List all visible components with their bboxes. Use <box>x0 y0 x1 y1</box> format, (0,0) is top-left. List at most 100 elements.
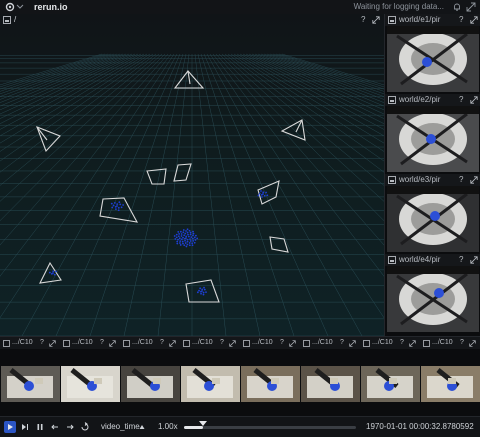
chevron-up-icon[interactable] <box>139 424 145 430</box>
view-header: / ? <box>0 14 384 26</box>
video-tab-5[interactable]: .../C10? <box>240 338 300 349</box>
timeline-selector[interactable]: video_time <box>101 422 140 431</box>
playback-speed[interactable]: 1.00x <box>158 422 178 431</box>
video-strip <box>0 349 480 416</box>
video-tab-1[interactable]: .../C10? <box>0 338 60 349</box>
space-view-icon <box>63 340 70 347</box>
maximize-icon[interactable] <box>470 256 478 264</box>
video-tab-label: .../C10 <box>372 339 393 346</box>
help-icon[interactable]: ? <box>40 339 44 346</box>
help-icon[interactable]: ? <box>220 339 224 346</box>
loop-button[interactable] <box>79 421 91 433</box>
camera-image <box>387 186 479 252</box>
app-title: rerun.io <box>34 2 68 12</box>
video-frame <box>61 366 120 402</box>
video-tab-7[interactable]: .../C10? <box>360 338 420 349</box>
video-tab-8[interactable]: .../C10? <box>420 338 480 349</box>
video-frame <box>1 366 60 402</box>
video-tab-label: .../C10 <box>252 339 273 346</box>
space-view-icon <box>423 340 430 347</box>
camera-view-header: world/e1/pir? <box>385 14 480 26</box>
help-icon[interactable]: ? <box>400 339 404 346</box>
maximize-icon[interactable] <box>49 340 56 347</box>
help-icon[interactable]: ? <box>459 255 463 264</box>
pause-button[interactable] <box>34 421 46 433</box>
maximize-icon[interactable] <box>229 340 236 347</box>
camera-image <box>387 26 479 92</box>
maximize-icon[interactable] <box>349 340 356 347</box>
step-back-button[interactable] <box>49 421 61 433</box>
expand-icon[interactable] <box>466 2 476 12</box>
camera-view-label: world/e4/pir <box>399 255 441 264</box>
video-tab-label: .../C10 <box>72 339 93 346</box>
camera-view-4[interactable]: world/e4/pir? <box>385 254 480 334</box>
help-icon[interactable]: ? <box>459 175 463 184</box>
camera-view-1[interactable]: world/e1/pir? <box>385 14 480 94</box>
video-tab-label: .../C10 <box>132 339 153 346</box>
maximize-icon[interactable] <box>169 340 176 347</box>
help-icon[interactable]: ? <box>459 15 463 24</box>
maximize-icon[interactable] <box>289 340 296 347</box>
help-icon[interactable]: ? <box>100 339 104 346</box>
time-slider-handle[interactable] <box>198 421 207 426</box>
maximize-icon[interactable] <box>372 16 380 24</box>
time-slider-fill <box>184 426 203 429</box>
help-icon[interactable]: ? <box>460 339 464 346</box>
video-frame <box>301 366 360 402</box>
play-icon <box>8 424 13 430</box>
video-frame <box>181 366 240 402</box>
timeline-controls: video_time 1.00x 1970-01-01 00:00:32.878… <box>0 416 480 437</box>
loop-icon <box>81 422 89 431</box>
video-tab-label: .../C10 <box>192 339 213 346</box>
video-frame <box>241 366 300 402</box>
time-slider[interactable] <box>184 421 356 429</box>
space-view-icon[interactable] <box>388 96 396 104</box>
maximize-icon[interactable] <box>469 340 476 347</box>
maximize-icon[interactable] <box>109 340 116 347</box>
camera-image <box>387 266 479 332</box>
video-frame <box>421 366 480 402</box>
video-tab-6[interactable]: .../C10? <box>300 338 360 349</box>
maximize-icon[interactable] <box>470 16 478 24</box>
camera-view-2[interactable]: world/e2/pir? <box>385 94 480 174</box>
maximize-icon[interactable] <box>470 96 478 104</box>
video-strip-tabs: .../C10? .../C10? .../C10? .../C10? .../C10?… <box>0 336 480 350</box>
top-bar: rerun.io Waiting for logging data... <box>0 0 480 15</box>
help-icon[interactable]: ? <box>361 15 365 24</box>
step-next-button[interactable] <box>64 421 76 433</box>
video-tab-3[interactable]: .../C10? <box>120 338 180 349</box>
camera-view-header: world/e3/pir? <box>385 174 480 186</box>
camera-views-panel: world/e1/pir? world/e2/pir? world/e3/pir? w… <box>384 14 480 336</box>
video-tab-2[interactable]: .../C10? <box>60 338 120 349</box>
help-icon[interactable]: ? <box>340 339 344 346</box>
help-icon[interactable]: ? <box>280 339 284 346</box>
space-view-icon[interactable] <box>3 16 11 24</box>
video-frame <box>121 366 180 402</box>
step-forward-button[interactable] <box>19 421 31 433</box>
camera-view-label: world/e2/pir <box>399 95 441 104</box>
play-button[interactable] <box>4 421 16 433</box>
camera-view-header: world/e4/pir? <box>385 254 480 266</box>
help-icon[interactable]: ? <box>160 339 164 346</box>
space-view-icon[interactable] <box>388 16 396 24</box>
arrow-left-icon <box>51 424 58 430</box>
rerun-logo-icon[interactable] <box>5 2 25 12</box>
video-frame <box>361 366 420 402</box>
bell-icon[interactable] <box>452 2 462 12</box>
camera-image <box>387 106 479 172</box>
space-view-icon <box>3 340 10 347</box>
3d-view[interactable]: / ? <box>0 14 384 336</box>
maximize-icon[interactable] <box>409 340 416 347</box>
space-view-icon[interactable] <box>388 176 396 184</box>
video-tab-4[interactable]: .../C10? <box>180 338 240 349</box>
camera-view-3[interactable]: world/e3/pir? <box>385 174 480 254</box>
maximize-icon[interactable] <box>470 176 478 184</box>
help-icon[interactable]: ? <box>459 95 463 104</box>
current-time: 1970-01-01 00:00:32.8780592 <box>366 422 474 431</box>
pause-icon <box>37 424 43 430</box>
view-path: / <box>14 15 17 24</box>
space-view-icon[interactable] <box>388 256 396 264</box>
video-tab-label: .../C10 <box>432 339 453 346</box>
video-tab-label: .../C10 <box>312 339 333 346</box>
3d-scene[interactable] <box>0 14 384 336</box>
